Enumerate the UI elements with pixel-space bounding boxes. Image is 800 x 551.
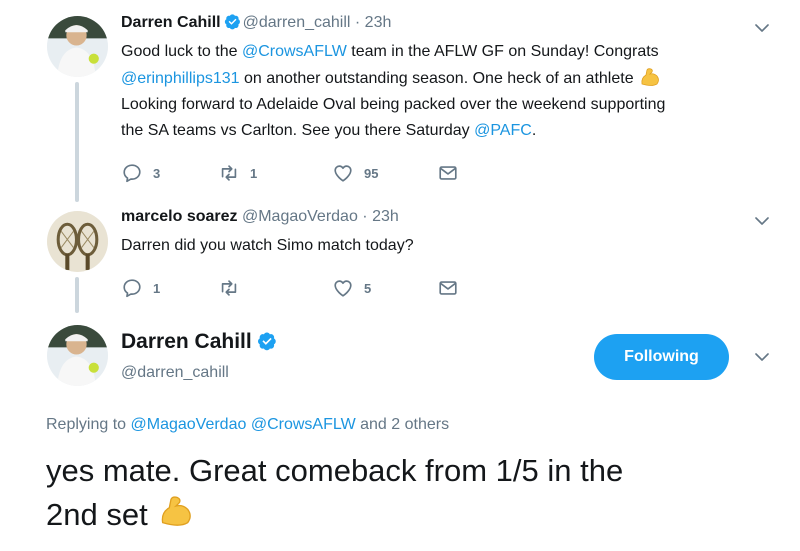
mention-link[interactable]: @MagaoVerdao xyxy=(131,416,247,433)
verified-badge-icon xyxy=(257,332,276,351)
tweet-timestamp[interactable]: · 23h xyxy=(358,208,398,225)
retweet-icon xyxy=(221,280,237,296)
reply-count: 1 xyxy=(153,280,161,296)
chevron-down-icon[interactable] xyxy=(753,348,771,366)
heart-icon xyxy=(334,165,352,182)
thread-line-1 xyxy=(75,82,79,202)
envelope-icon xyxy=(439,281,457,295)
retweet-icon xyxy=(221,165,237,181)
heart-icon xyxy=(334,280,352,297)
chevron-down-icon[interactable] xyxy=(753,19,771,37)
author-handle[interactable]: @darren_cahill xyxy=(121,363,229,383)
reply-button[interactable]: 1 xyxy=(121,276,160,300)
thread-line-2 xyxy=(75,277,79,313)
following-button[interactable]: Following xyxy=(594,334,729,380)
chevron-down-icon[interactable] xyxy=(753,212,771,230)
dm-button[interactable] xyxy=(437,276,459,300)
retweet-button[interactable]: 1 xyxy=(218,161,257,185)
avatar[interactable] xyxy=(47,325,108,386)
avatar[interactable] xyxy=(47,211,108,272)
retweet-button[interactable] xyxy=(218,276,250,300)
author-name[interactable]: Darren Cahill xyxy=(121,14,221,31)
reply-icon xyxy=(123,279,141,298)
reply-count: 3 xyxy=(153,165,161,181)
author-handle[interactable]: @darren_cahill xyxy=(243,14,351,31)
dm-button[interactable] xyxy=(437,161,459,185)
replying-to: Replying to @MagaoVerdao @CrowsAFLW and … xyxy=(46,416,450,433)
tweet-text: Good luck to the @CrowsAFLW team in the … xyxy=(121,43,666,139)
tweet-text: Darren did you watch Simo match today? xyxy=(121,237,414,254)
tweet-timestamp[interactable]: · 23h xyxy=(350,14,391,31)
mention-link[interactable]: @PAFC xyxy=(474,122,532,139)
author-handle[interactable]: @MagaoVerdao xyxy=(242,208,358,225)
envelope-icon xyxy=(439,166,457,180)
tweet-actions: 3 1 95 xyxy=(121,161,481,185)
retweet-count: 1 xyxy=(250,165,258,181)
others-link[interactable]: and 2 others xyxy=(356,416,449,433)
tweet-text: yes mate. Great comeback from 1/5 in the… xyxy=(46,453,624,532)
mention-link[interactable]: @CrowsAFLW xyxy=(251,416,356,433)
flexed-biceps-emoji xyxy=(162,496,192,526)
flexed-biceps-emoji xyxy=(641,68,659,86)
tweet-actions: 1 5 xyxy=(121,276,481,300)
tweet-header: Darren Cahill @darren_cahill · 23h xyxy=(121,13,391,33)
like-count: 95 xyxy=(364,165,379,181)
author-name[interactable]: marcelo soarez xyxy=(121,208,238,225)
reply-button[interactable]: 3 xyxy=(121,161,160,185)
verified-badge-icon xyxy=(224,14,240,30)
author-name: Darren Cahill xyxy=(121,328,279,356)
mention-link[interactable]: @erinphillips131 xyxy=(121,70,240,87)
like-button[interactable]: 5 xyxy=(332,276,371,300)
mention-link[interactable]: @CrowsAFLW xyxy=(242,43,347,60)
like-button[interactable]: 95 xyxy=(332,161,378,185)
tweet-header: marcelo soarez @MagaoVerdao · 23h xyxy=(121,207,399,227)
author-name-link[interactable]: Darren Cahill xyxy=(121,330,252,353)
like-count: 5 xyxy=(364,280,372,296)
avatar[interactable] xyxy=(47,16,108,77)
reply-icon xyxy=(123,164,141,183)
